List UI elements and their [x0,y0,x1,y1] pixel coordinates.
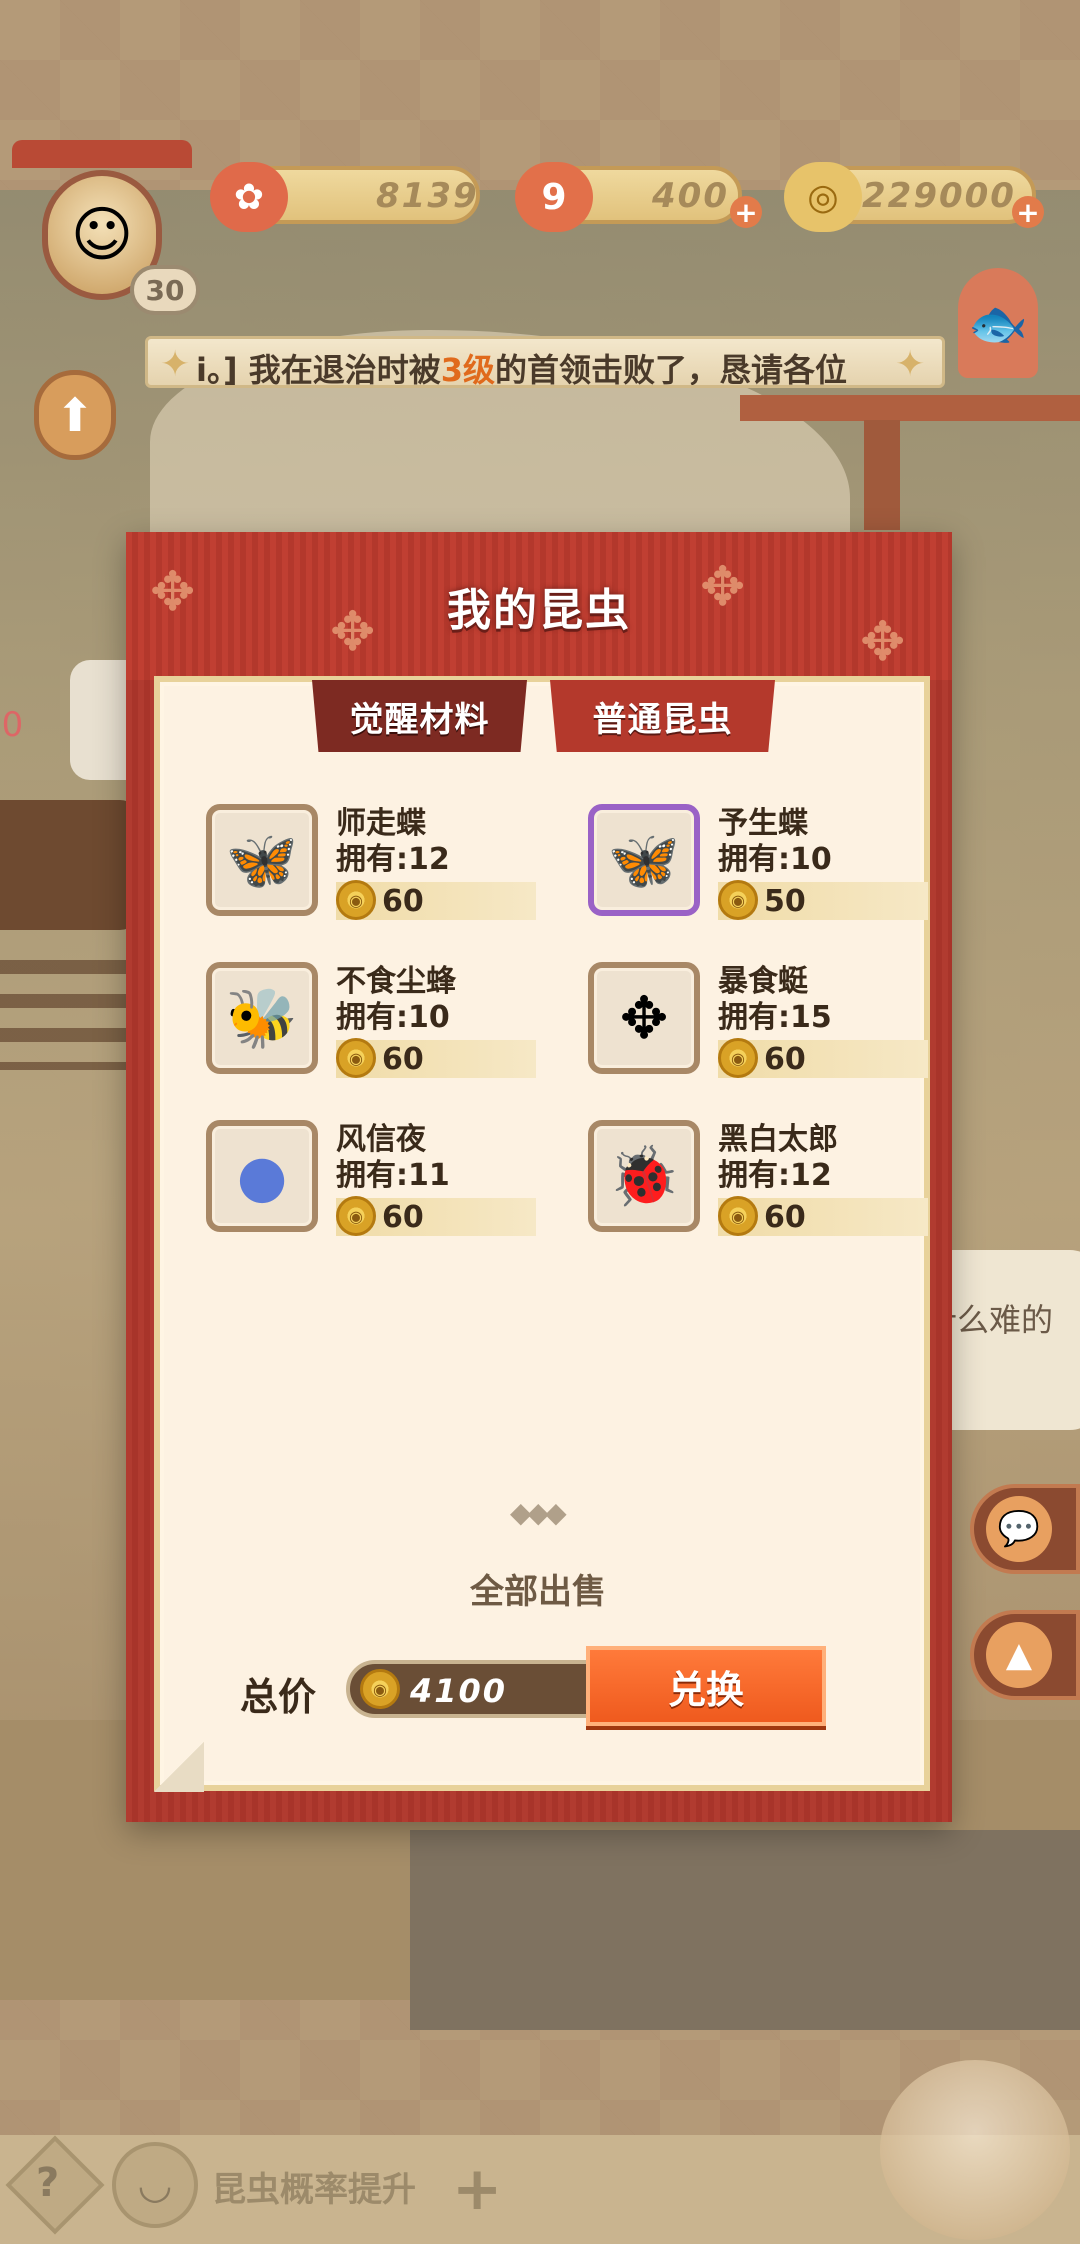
question-icon: ? [36,2160,60,2206]
coin-icon: ◉ [718,880,758,920]
resource-value-magatama: 400 [652,176,729,216]
insect-item[interactable]: 🦋 予生蝶 拥有:10 ◉ 50 [588,804,928,934]
ticker-star-left-icon: ✦ [160,344,191,385]
modal-header: 我的昆虫 [126,532,952,680]
green-butterfly-icon: 🦋 [588,804,700,916]
player-level-badge: 30 [130,265,200,315]
insect-owned: 拥有:15 [718,1000,832,1035]
insect-boost-label: 昆虫概率提升 [212,2170,416,2210]
insect-price: ◉ 60 [336,880,536,920]
insect-item[interactable]: 🐝 不食尘蜂 拥有:10 ◉ 60 [206,962,546,1092]
ticker-star-right-icon: ✦ [895,344,926,385]
insect-price: ◉ 60 [718,1196,928,1236]
ticker-highlight: 3级 [440,351,496,388]
background-ring-text: 00 [0,705,24,745]
insect-item[interactable]: ● 风信夜 拥有:11 ◉ 60 [206,1120,546,1250]
modal-title: 我的昆虫 [447,585,631,636]
paper-curl [154,1742,204,1792]
bee-icon: 🐝 [206,962,318,1074]
resource-value-coin: 229000 [862,176,1016,216]
insect-owned: 拥有:12 [336,842,450,877]
add-boost-button[interactable]: + [452,2154,502,2224]
insect-price-value: 50 [764,884,806,919]
coin-icon: ◉ [718,1196,758,1236]
resource-value-plum: 8139 [376,176,479,216]
news-ticker[interactable]: i。] 我在退治时被3级的首领击败了，恳请各位 [145,336,945,388]
chat-icon: 💬 [986,1496,1052,1562]
koinobori-fish-icon[interactable]: 🐟 [958,268,1038,378]
add-coin-button[interactable]: + [1012,196,1044,229]
insect-owned: 拥有:10 [336,1000,450,1035]
plum-blossom-icon: ✿ [210,162,288,232]
insect-boost-icon[interactable]: ◡ [112,2142,198,2228]
coin-icon: ◉ [336,1196,376,1236]
background-torii [740,395,1080,421]
add-magatama-button[interactable]: + [730,196,762,229]
insect-item[interactable]: 🐞 黑白太郎 拥有:12 ◉ 60 [588,1120,928,1250]
insect-price: ◉ 60 [718,1038,928,1078]
tab-normal-insects[interactable]: 普通昆虫 [550,680,775,752]
coin-icon: ◉ [360,1669,400,1709]
insect-price: ◉ 60 [336,1196,536,1236]
background-torii-post [864,420,900,530]
white-butterfly-icon: 🦋 [206,804,318,916]
character-portrait[interactable] [880,2060,1070,2240]
tab-awaken-materials[interactable]: 觉醒材料 [312,680,527,752]
insect-item[interactable]: 🦋 师走蝶 拥有:12 ◉ 60 [206,804,546,934]
dragonfly-pattern-icon: ✥ [150,560,196,623]
insect-price-value: 60 [764,1200,806,1235]
insect-owned: 拥有:12 [718,1158,832,1193]
blue-moth-icon: ● [206,1120,318,1232]
insect-price: ◉ 50 [718,880,928,920]
coin-icon: ◉ [718,1038,758,1078]
torii-frame [12,140,192,168]
insect-owned: 拥有:10 [718,842,832,877]
insect-price-value: 60 [382,1042,424,1077]
gift-side-button[interactable]: ▲ [970,1610,1080,1700]
insect-price-value: 60 [382,1200,424,1235]
insect-item[interactable]: ✥ 暴食蜓 拥有:15 ◉ 60 [588,962,928,1092]
background-stone-wall [410,1830,1080,2030]
insect-price-value: 60 [382,884,424,919]
ticker-prefix: i。] 我在退治时被 [196,351,441,388]
total-price-box: ◉ 4100 [346,1660,596,1718]
insect-owned: 拥有:11 [336,1158,450,1193]
total-price-value: 4100 [410,1672,508,1710]
exchange-button[interactable]: 兑换 [586,1646,826,1726]
ladybug-icon: 🐞 [588,1120,700,1232]
ornament-divider-icon: ◆◆◆ [510,1496,567,1529]
ticker-text: i。] 我在退治时被3级的首领击败了，恳请各位 [196,345,848,388]
chat-side-button[interactable]: 💬 [970,1484,1080,1574]
onigiri-icon: ▲ [986,1622,1052,1688]
dragonfly-pattern-icon: ✥ [330,600,376,663]
dragonfly-pattern-icon: ✥ [700,555,746,618]
coin-icon: ◉ [336,1038,376,1078]
dragonfly-pattern-icon: ✥ [860,610,906,673]
insect-price-value: 60 [764,1042,806,1077]
insect-price: ◉ 60 [336,1038,536,1078]
upgrade-arrow-button[interactable]: ⬆ [34,370,116,460]
total-price-label: 总价 [240,1675,317,1719]
sell-all-button[interactable]: 全部出售 [470,1564,606,1613]
background-drum [0,800,140,930]
dragonfly-icon: ✥ [588,962,700,1074]
ticker-suffix: 的首领击败了，恳请各位 [495,351,848,388]
magatama-icon: 9 [515,162,593,232]
coin-icon: ◉ [336,880,376,920]
coin-icon: ◎ [784,162,862,232]
